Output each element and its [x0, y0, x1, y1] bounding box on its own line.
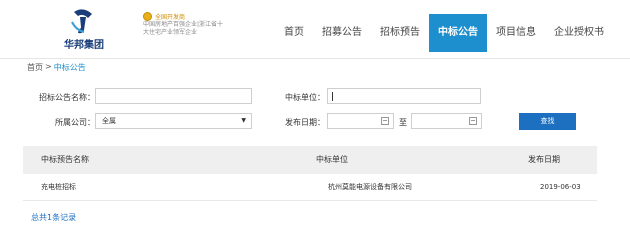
company-label: 所属公司： [55, 118, 95, 127]
column-header-date: 发布日期 [528, 155, 560, 164]
table-row[interactable]: 充电桩招标 杭州莫能电源设备有限公司 2019-06-03 [23, 174, 597, 201]
nav-project-info[interactable]: 项目信息 [487, 14, 545, 52]
nav-recruitment[interactable]: 招募公告 [313, 14, 371, 52]
brand-logo[interactable]: 华邦集团 [58, 8, 110, 52]
nav-bid-preview[interactable]: 招标预告 [371, 14, 429, 52]
certification-block: 全国开发商 中国房地产百强企业|浙江省十 大住宅产业领军企业 [143, 12, 253, 37]
cell-notice-name[interactable]: 充电桩招标 [41, 174, 76, 200]
table-header: 中标预告名称 中标单位 发布日期 [23, 146, 597, 174]
date-start-input[interactable] [327, 113, 394, 129]
cert-title: 全国开发商 [155, 14, 186, 21]
column-header-winner: 中标单位 [316, 155, 348, 164]
site-header: 华邦集团 全国开发商 中国房地产百强企业|浙江省十 大住宅产业领军企业 首页 招… [0, 0, 630, 58]
winner-input[interactable] [327, 88, 481, 104]
brand-name: 华邦集团 [64, 40, 104, 51]
notice-name-input[interactable] [95, 88, 252, 104]
cell-date: 2019-06-03 [540, 183, 581, 191]
nav-award-notice[interactable]: 中标公告 [429, 14, 487, 52]
date-label: 发布日期： [285, 118, 325, 127]
calendar-icon[interactable] [381, 117, 389, 125]
company-select-value: 全属 [102, 117, 116, 125]
winner-label: 中标单位： [285, 93, 325, 102]
medal-icon [143, 12, 152, 21]
notice-name-label: 招标公告名称： [39, 93, 95, 102]
cert-line-3: 大住宅产业领军企业 [143, 29, 198, 36]
date-to-label: 至 [399, 118, 407, 127]
cell-winner: 杭州莫能电源设备有限公司 [328, 183, 412, 191]
breadcrumb-separator: > [45, 62, 52, 71]
column-header-notice-name: 中标预告名称 [41, 155, 89, 164]
main-nav: 首页 招募公告 招标预告 中标公告 项目信息 企业授权书 [275, 14, 613, 52]
total-records: 总共1条记录 [31, 213, 77, 222]
search-button[interactable]: 查找 [519, 113, 576, 130]
breadcrumb-home[interactable]: 首页 [27, 62, 43, 73]
nav-home[interactable]: 首页 [275, 14, 313, 52]
chevron-down-icon: ▼ [241, 117, 246, 124]
calendar-icon[interactable] [469, 117, 477, 125]
logo-mark-icon [71, 9, 92, 34]
cert-line-2: 中国房地产百强企业|浙江省十 [143, 21, 224, 28]
breadcrumb: 首页 > 中标公告 [27, 62, 86, 73]
company-select[interactable]: 全属 ▼ [95, 113, 252, 129]
breadcrumb-current: 中标公告 [53, 63, 86, 72]
nav-authorization[interactable]: 企业授权书 [545, 14, 613, 52]
header-divider [0, 58, 630, 59]
date-end-input[interactable] [411, 113, 482, 129]
